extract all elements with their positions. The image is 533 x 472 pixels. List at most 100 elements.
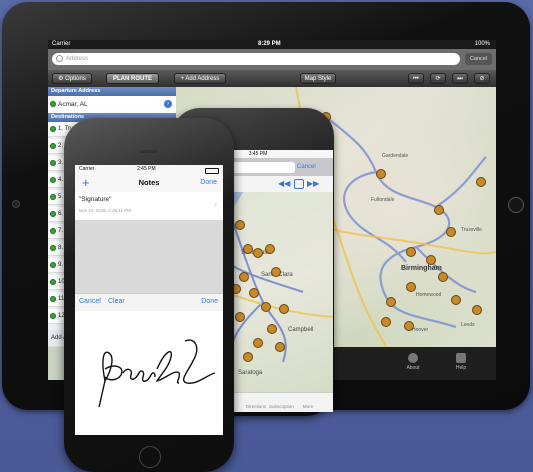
map-pin-icon[interactable]: [271, 267, 281, 277]
signature-clear-button[interactable]: Clear: [108, 298, 125, 305]
map-pin-icon[interactable]: [438, 272, 448, 282]
map-label: Leeds: [461, 322, 475, 328]
help-icon: [456, 353, 466, 363]
route-line: [325, 116, 487, 329]
rewind-icon[interactable]: ◀◀: [278, 179, 290, 188]
ipad-toolbar: ⚙ Options PLAN ROUTE + Add Address Map S…: [48, 70, 496, 87]
map-pin-icon[interactable]: [381, 317, 391, 327]
map-pin-icon[interactable]: [267, 324, 277, 334]
more-tab[interactable]: More: [297, 404, 319, 409]
ipad-search-bar: Address Cancel: [48, 49, 496, 70]
map-pin-icon[interactable]: [406, 282, 416, 292]
clock: 2:45 PM: [137, 166, 156, 172]
skip-forward-icon[interactable]: ⏭: [452, 73, 468, 84]
map-pin-icon[interactable]: [261, 302, 271, 312]
map-label: Fultondale: [371, 197, 395, 203]
map-pin-icon[interactable]: [406, 247, 416, 257]
map-pin-icon[interactable]: [253, 248, 263, 258]
map-pin-icon[interactable]: [243, 352, 253, 362]
green-pin-icon: [50, 296, 56, 302]
map-style-button[interactable]: Map Style: [300, 73, 336, 84]
map-pin-icon[interactable]: [253, 338, 263, 348]
green-pin-icon: [50, 313, 56, 319]
map-label: Homewood: [416, 292, 442, 298]
help-tab[interactable]: Help: [446, 353, 476, 371]
notes-done-button[interactable]: Done: [200, 179, 217, 186]
skip-back-icon[interactable]: ⏮: [408, 73, 424, 84]
front-iphone-home-button[interactable]: [139, 446, 161, 468]
map-pin-icon[interactable]: [235, 220, 245, 230]
search-icon: [56, 55, 63, 62]
map-pin-icon[interactable]: [275, 342, 285, 352]
map-pin-icon[interactable]: [404, 321, 414, 331]
fast-forward-icon[interactable]: ▶▶: [307, 179, 319, 188]
green-pin-icon: [50, 245, 56, 251]
signature-pad[interactable]: [75, 311, 223, 435]
note-date: Nov 10, 2015, 2:35:11 PM: [79, 208, 131, 213]
stop-icon[interactable]: [294, 179, 304, 189]
map-pin-icon[interactable]: [265, 244, 275, 254]
green-pin-icon: [50, 101, 56, 107]
search-cancel-button[interactable]: Cancel: [465, 53, 492, 65]
green-pin-icon: [50, 177, 56, 183]
info-icon: [408, 353, 418, 363]
directions-tab[interactable]: Directions: [245, 404, 267, 409]
map-pin-icon[interactable]: [426, 255, 436, 265]
destination-label: 6.: [58, 211, 64, 217]
green-pin-icon: [50, 160, 56, 166]
battery-label: 100%: [474, 41, 490, 47]
carrier-label: Carrier: [52, 41, 71, 47]
destination-label: 2.: [58, 143, 64, 149]
signature-done-button[interactable]: Done: [201, 298, 218, 305]
map-pin-icon[interactable]: [239, 272, 249, 282]
signature-toolbar: Cancel Clear Done: [75, 293, 223, 313]
front-iphone-screen: Carrier 2:45 PM + Notes Done "Signature"…: [75, 165, 223, 435]
map-pin-icon[interactable]: [451, 295, 461, 305]
add-address-button[interactable]: + Add Address: [174, 73, 226, 84]
front-status-bar: Carrier 2:45 PM: [75, 165, 223, 174]
destination-label: 7.: [58, 228, 64, 234]
destination-label: 5.: [58, 194, 64, 200]
map-pin-icon[interactable]: [434, 205, 444, 215]
note-cell[interactable]: "Signature" Nov 10, 2015, 2:35:11 PM ›: [75, 192, 223, 221]
signature-cancel-button[interactable]: Cancel: [79, 298, 101, 305]
carrier-label: Carrier: [79, 166, 95, 172]
dimmed-overlay: [75, 220, 223, 293]
compass-icon[interactable]: ⊘: [474, 73, 490, 84]
ipad-home-button[interactable]: [508, 197, 524, 213]
about-tab[interactable]: About: [398, 353, 428, 371]
note-title: "Signature": [79, 196, 112, 203]
map-pin-icon[interactable]: [376, 169, 386, 179]
map-pin-icon[interactable]: [476, 177, 486, 187]
map-label: Gardendale: [382, 153, 409, 159]
map-pin-icon[interactable]: [249, 288, 259, 298]
map-pin-icon[interactable]: [446, 227, 456, 237]
handwritten-signature: [98, 339, 216, 408]
destination-label: 8.: [58, 245, 64, 251]
map-pin-icon[interactable]: [243, 244, 253, 254]
departure-row[interactable]: Acmar, AL ›: [48, 96, 176, 113]
map-label: Birmingham: [401, 265, 442, 272]
refresh-icon[interactable]: ⟳: [430, 73, 446, 84]
map-label: Campbell: [288, 327, 314, 333]
green-pin-icon: [50, 211, 56, 217]
chevron-right-icon[interactable]: ›: [164, 100, 172, 108]
map-pin-icon[interactable]: [235, 312, 245, 322]
subscription-tab[interactable]: Subscription: [269, 404, 294, 409]
map-pin-icon[interactable]: [279, 304, 289, 314]
map-pin-icon[interactable]: [472, 305, 482, 315]
green-pin-icon: [50, 228, 56, 234]
map-label: Hoover: [412, 327, 429, 333]
map-pin-icon[interactable]: [386, 297, 396, 307]
green-pin-icon: [50, 262, 56, 268]
plan-route-button[interactable]: PLAN ROUTE: [106, 73, 159, 84]
map-label: Saratoga: [238, 370, 263, 376]
destination-label: 3.: [58, 160, 64, 166]
battery-icon: [205, 167, 219, 174]
options-button[interactable]: ⚙ Options: [52, 73, 92, 84]
departure-header: Departure Address: [48, 87, 176, 96]
ipad-camera: [12, 200, 20, 208]
destination-label: 4.: [58, 177, 64, 183]
middle-cancel-button[interactable]: Cancel: [297, 162, 316, 173]
address-search-input[interactable]: Address: [52, 53, 460, 65]
